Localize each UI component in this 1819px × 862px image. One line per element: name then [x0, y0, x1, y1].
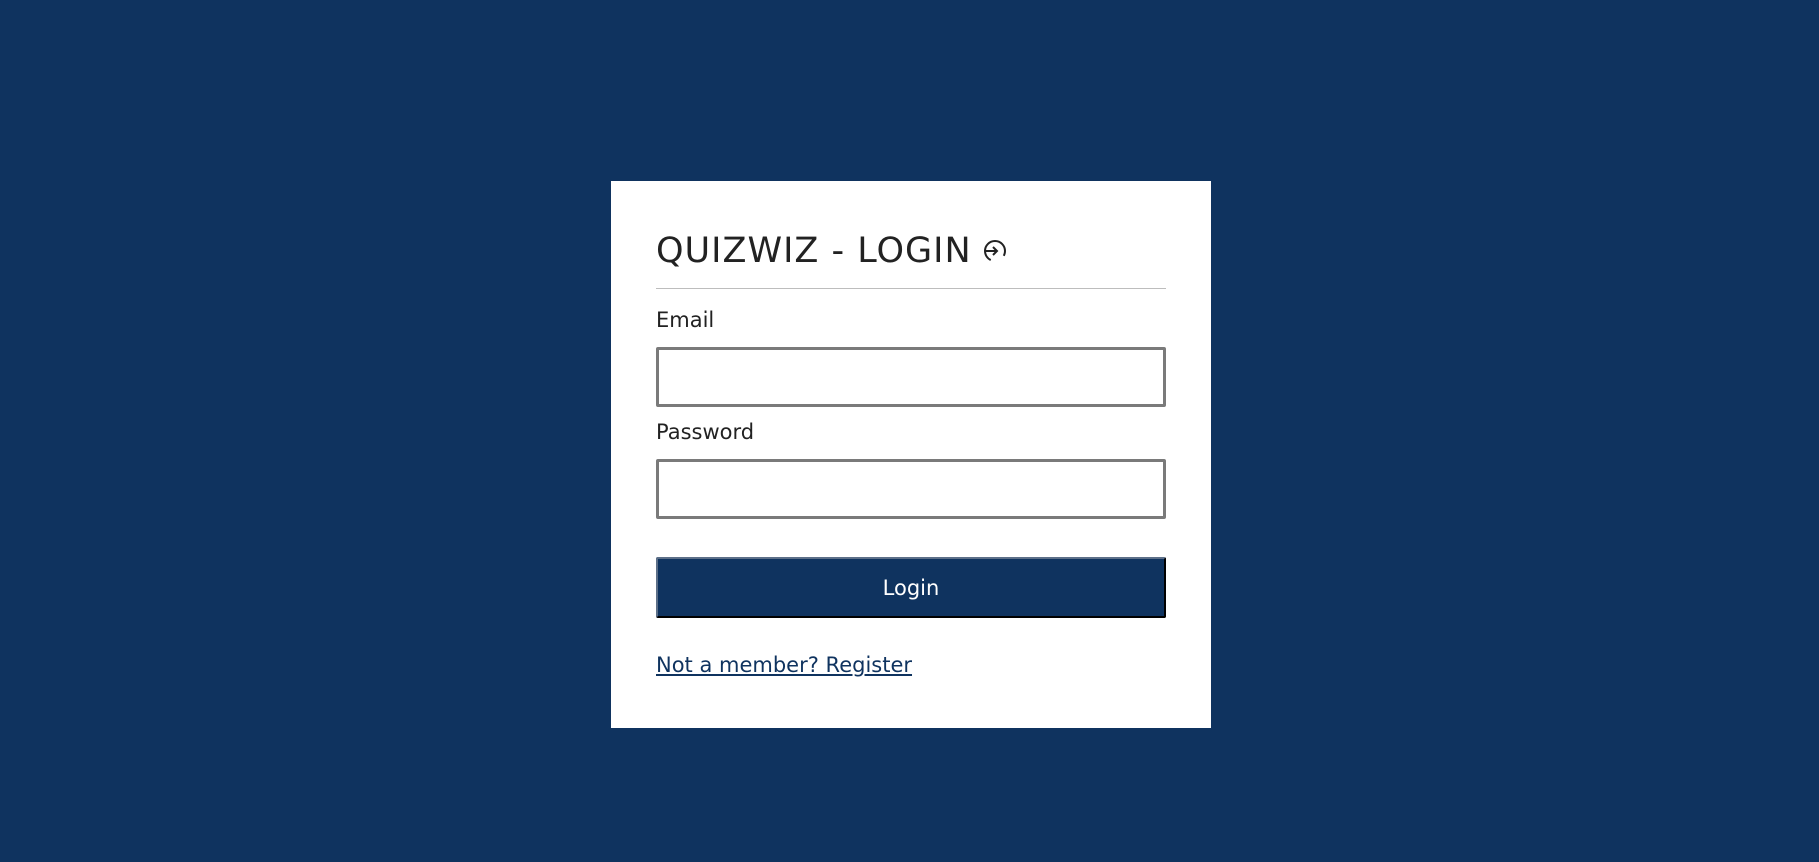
register-link[interactable]: Not a member? Register — [656, 651, 912, 679]
page-title: QUIZWIZ - LOGIN — [656, 231, 972, 271]
email-label: Email — [656, 308, 715, 332]
title-divider — [656, 288, 1166, 289]
email-field[interactable] — [656, 347, 1166, 407]
login-card: QUIZWIZ - LOGIN Email Password Login Not… — [611, 181, 1211, 728]
password-label: Password — [656, 420, 755, 444]
login-button[interactable]: Login — [656, 557, 1166, 618]
password-field[interactable] — [656, 459, 1166, 519]
login-icon — [981, 237, 1009, 265]
title-row: QUIZWIZ - LOGIN — [656, 227, 1166, 275]
